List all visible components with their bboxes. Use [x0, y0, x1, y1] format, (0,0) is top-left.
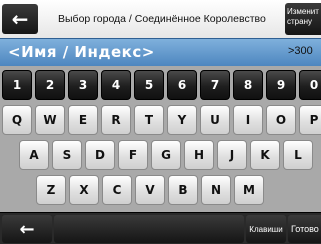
- change-country-button[interactable]: Изменит страну: [285, 3, 321, 35]
- search-placeholder: <Имя / Индекс>: [8, 43, 155, 61]
- keys-label: Клавиши: [249, 224, 283, 234]
- key-c[interactable]: C: [102, 175, 132, 205]
- back-arrow-icon: ←: [11, 7, 29, 31]
- key-5[interactable]: 5: [134, 70, 164, 100]
- key-j[interactable]: J: [217, 140, 247, 170]
- key-f[interactable]: F: [118, 140, 148, 170]
- key-k[interactable]: K: [250, 140, 280, 170]
- key-7[interactable]: 7: [200, 70, 230, 100]
- key-3[interactable]: 3: [68, 70, 98, 100]
- key-s[interactable]: S: [52, 140, 82, 170]
- key-l[interactable]: L: [283, 140, 313, 170]
- city-selection-screen: ← Выбор города / Соединённое Королевство…: [0, 0, 321, 244]
- header-bar: ← Выбор города / Соединённое Королевство…: [0, 0, 321, 39]
- screen-title: Выбор города / Соединённое Королевство: [58, 13, 266, 25]
- change-country-label-1: Изменит: [287, 7, 319, 16]
- key-m[interactable]: M: [234, 175, 264, 205]
- back-button[interactable]: ←: [2, 4, 38, 34]
- key-4[interactable]: 4: [101, 70, 131, 100]
- key-e[interactable]: E: [68, 105, 98, 135]
- key-p[interactable]: P: [299, 105, 321, 135]
- key-b[interactable]: B: [168, 175, 198, 205]
- key-i[interactable]: I: [233, 105, 263, 135]
- key-y[interactable]: Y: [167, 105, 197, 135]
- bottom-bar: ← Клавиши Готово: [0, 212, 321, 244]
- key-t[interactable]: T: [134, 105, 164, 135]
- keys-button[interactable]: Клавиши: [246, 215, 286, 243]
- key-r[interactable]: R: [101, 105, 131, 135]
- key-u[interactable]: U: [200, 105, 230, 135]
- key-a[interactable]: A: [19, 140, 49, 170]
- key-9[interactable]: 9: [266, 70, 296, 100]
- key-8[interactable]: 8: [233, 70, 263, 100]
- key-1[interactable]: 1: [2, 70, 32, 100]
- key-n[interactable]: N: [201, 175, 231, 205]
- key-x[interactable]: X: [69, 175, 99, 205]
- key-g[interactable]: G: [151, 140, 181, 170]
- key-2[interactable]: 2: [35, 70, 65, 100]
- done-button[interactable]: Готово: [288, 215, 321, 243]
- backspace-arrow-icon: ←: [19, 218, 35, 240]
- space-button[interactable]: [54, 215, 244, 243]
- done-label: Готово: [291, 224, 319, 234]
- key-q[interactable]: Q: [2, 105, 32, 135]
- key-z[interactable]: Z: [36, 175, 66, 205]
- search-input[interactable]: <Имя / Индекс> >300: [0, 38, 321, 67]
- key-d[interactable]: D: [85, 140, 115, 170]
- key-h[interactable]: H: [184, 140, 214, 170]
- key-0[interactable]: 0: [299, 70, 321, 100]
- key-o[interactable]: O: [266, 105, 296, 135]
- key-w[interactable]: W: [35, 105, 65, 135]
- key-v[interactable]: V: [135, 175, 165, 205]
- backspace-button[interactable]: ←: [2, 215, 52, 243]
- key-6[interactable]: 6: [167, 70, 197, 100]
- change-country-label-2: страну: [287, 17, 312, 26]
- results-counter: >300: [288, 45, 313, 57]
